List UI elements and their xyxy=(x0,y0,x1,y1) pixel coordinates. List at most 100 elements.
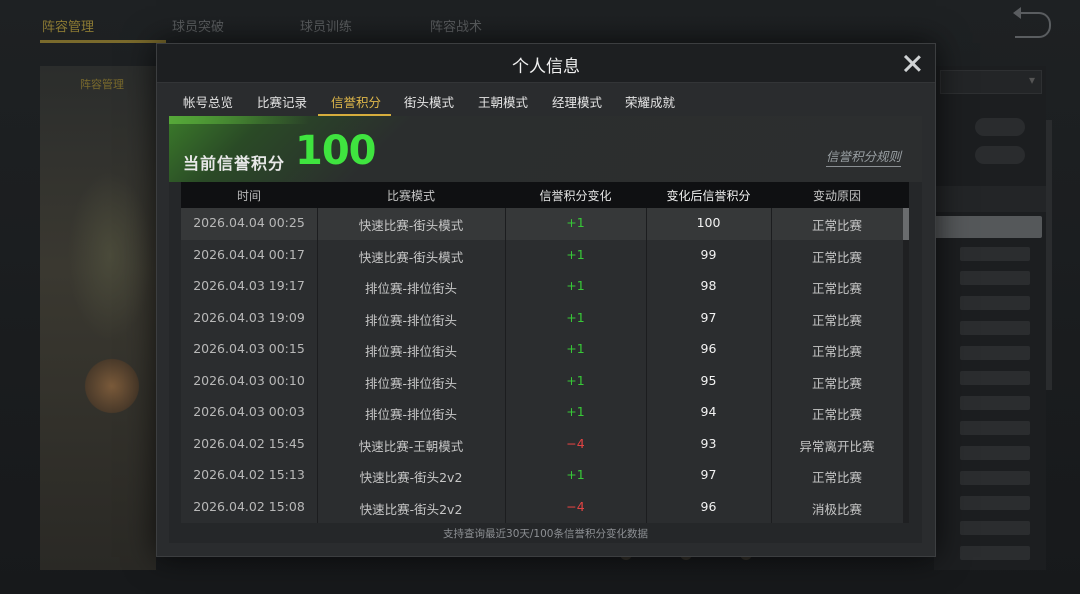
background-list-row[interactable] xyxy=(960,496,1030,510)
table-header: 时间 比赛模式 信誉积分变化 变化后信誉积分 变动原因 xyxy=(181,182,909,208)
background-tab[interactable]: 阵容战术 xyxy=(430,16,482,35)
background-right-panel xyxy=(934,66,1046,570)
column-divider xyxy=(317,208,318,523)
credit-history-table: 时间 比赛模式 信誉积分变化 变化后信誉积分 变动原因 2026.04.02 1… xyxy=(181,182,909,523)
cell-delta: +1 xyxy=(566,309,585,325)
background-tab[interactable]: 球员突破 xyxy=(172,16,224,35)
background-list-row[interactable] xyxy=(960,321,1030,335)
background-filter-select[interactable] xyxy=(940,70,1042,94)
tab-match-records[interactable]: 比赛记录 xyxy=(257,92,307,111)
background-list-row[interactable] xyxy=(960,296,1030,310)
column-header-mode: 比赛模式 xyxy=(386,189,435,203)
cell-delta: +1 xyxy=(566,246,585,262)
cell-time: 2026.04.02 15:13 xyxy=(193,467,305,482)
background-list-row[interactable] xyxy=(960,521,1030,535)
cell-score-after: 96 xyxy=(700,341,717,356)
cell-reason: 正常比赛 xyxy=(811,375,862,391)
cell-score-after: 96 xyxy=(700,498,717,514)
column-divider xyxy=(505,208,506,523)
tab-dynasty-mode[interactable]: 王朝模式 xyxy=(478,92,528,111)
cell-time: 2026.04.04 00:25 xyxy=(193,215,305,230)
background-tab[interactable]: 球员训练 xyxy=(300,16,352,35)
cell-delta: +1 xyxy=(566,372,585,388)
credit-rules-link[interactable]: 信誉积分规则 xyxy=(825,146,901,167)
background-tab[interactable]: 阵容管理 xyxy=(42,16,94,35)
column-divider xyxy=(646,208,647,523)
table-row: 2026.04.02 15:08 快速比赛-街头2v2 −4 96 消极比赛 xyxy=(181,492,903,524)
credit-score-value: 100 xyxy=(295,128,376,174)
background-pill-button[interactable] xyxy=(975,118,1025,136)
cell-score-after: 97 xyxy=(700,467,717,482)
personal-info-modal: 个人信息 帐号总览 比赛记录 信誉积分 街头模式 王朝模式 经理模式 荣耀成就 … xyxy=(156,43,936,557)
player-artwork xyxy=(40,106,156,546)
background-list-row[interactable] xyxy=(960,446,1030,460)
cell-mode: 排位赛-排位街头 xyxy=(364,407,457,422)
cell-delta: −4 xyxy=(566,498,585,514)
table-body[interactable]: 2026.04.02 15:08 快速比赛-街头2v2 −4 96 消极比赛 2026.0… xyxy=(181,208,909,523)
table-row: 2026.04.03 00:10 排位赛-排位街头 +1 95 正常比赛 xyxy=(181,366,903,398)
cell-time: 2026.04.04 00:17 xyxy=(193,246,305,262)
tab-honor-achievements[interactable]: 荣耀成就 xyxy=(625,92,675,111)
cell-time: 2026.04.02 15:45 xyxy=(193,435,305,451)
cell-reason: 正常比赛 xyxy=(811,218,862,233)
close-icon[interactable] xyxy=(901,52,923,74)
table-row: 2026.04.02 15:45 快速比赛-王朝模式 −4 93 异常离开比赛 xyxy=(181,429,903,461)
cell-mode: 排位赛-排位街头 xyxy=(364,375,457,391)
background-list-row[interactable] xyxy=(960,271,1030,285)
cell-score-after: 100 xyxy=(696,215,721,230)
background-tab-indicator xyxy=(40,40,166,43)
cell-delta: +1 xyxy=(566,215,585,230)
background-left-panel: 阵容管理 xyxy=(40,66,156,570)
cell-reason: 异常离开比赛 xyxy=(799,438,875,454)
background-list-row[interactable] xyxy=(934,216,1042,238)
background-list-row[interactable] xyxy=(960,346,1030,360)
scrollbar-thumb[interactable] xyxy=(903,208,909,240)
background-list-row[interactable] xyxy=(960,471,1030,485)
cell-delta: −4 xyxy=(566,435,585,451)
background-list-row[interactable] xyxy=(960,247,1030,261)
background-list-header xyxy=(934,186,1046,212)
background-list-row[interactable] xyxy=(960,546,1030,560)
tab-account-overview[interactable]: 帐号总览 xyxy=(183,92,233,111)
cell-reason: 正常比赛 xyxy=(811,249,862,265)
tab-manager-mode[interactable]: 经理模式 xyxy=(552,92,602,111)
background-list-row[interactable] xyxy=(960,396,1030,410)
cell-delta: +1 xyxy=(566,341,585,356)
cell-reason: 消极比赛 xyxy=(811,501,862,517)
table-scrollbar[interactable] xyxy=(903,208,909,523)
cell-delta: +1 xyxy=(566,278,585,293)
cell-score-after: 97 xyxy=(700,309,717,325)
cell-delta: +1 xyxy=(566,404,585,419)
column-header-time: 时间 xyxy=(236,189,261,203)
credit-score-panel: 当前信誉积分 100 信誉积分规则 时间 比赛模式 信誉积分变化 变化后信誉积分… xyxy=(169,116,922,543)
modal-header: 个人信息 xyxy=(157,44,935,83)
cell-time: 2026.04.03 19:17 xyxy=(193,278,305,293)
cell-delta: +1 xyxy=(566,467,585,482)
cell-time: 2026.04.03 00:10 xyxy=(193,372,305,388)
cell-reason: 正常比赛 xyxy=(811,344,862,359)
background-scrollbar xyxy=(1046,120,1052,390)
table-row: 2026.04.02 15:13 快速比赛-街头2v2 +1 97 正常比赛 xyxy=(181,460,903,492)
background-pill-button[interactable] xyxy=(975,146,1025,164)
cell-reason: 正常比赛 xyxy=(811,407,862,422)
column-divider xyxy=(771,208,772,523)
background-list-row[interactable] xyxy=(960,421,1030,435)
cell-mode: 排位赛-排位街头 xyxy=(364,344,457,359)
modal-title: 个人信息 xyxy=(512,57,580,77)
query-limit-note: 支持查询最近30天/100条信誉积分变化数据 xyxy=(443,528,648,540)
table-row: 2026.04.04 00:25 快速比赛-街头模式 +1 100 正常比赛 xyxy=(181,208,903,240)
cell-score-after: 95 xyxy=(700,372,717,388)
cell-mode: 快速比赛-街头2v2 xyxy=(359,470,463,485)
tab-street-mode[interactable]: 街头模式 xyxy=(404,92,454,111)
cell-score-after: 98 xyxy=(700,278,717,293)
back-arrow-icon[interactable] xyxy=(1013,7,1051,38)
column-header-delta: 信誉积分变化 xyxy=(539,189,612,203)
cell-score-after: 93 xyxy=(700,435,717,451)
cell-mode: 快速比赛-王朝模式 xyxy=(358,438,464,454)
background-list-row[interactable] xyxy=(960,371,1030,385)
cell-time: 2026.04.03 00:03 xyxy=(193,404,305,419)
tab-credit-score[interactable]: 信誉积分 xyxy=(331,92,381,111)
background-top-nav: 阵容管理 球员突破 球员训练 阵容战术 xyxy=(0,0,1080,44)
cell-reason: 正常比赛 xyxy=(811,281,862,296)
cell-mode: 快速比赛-街头模式 xyxy=(358,249,464,265)
